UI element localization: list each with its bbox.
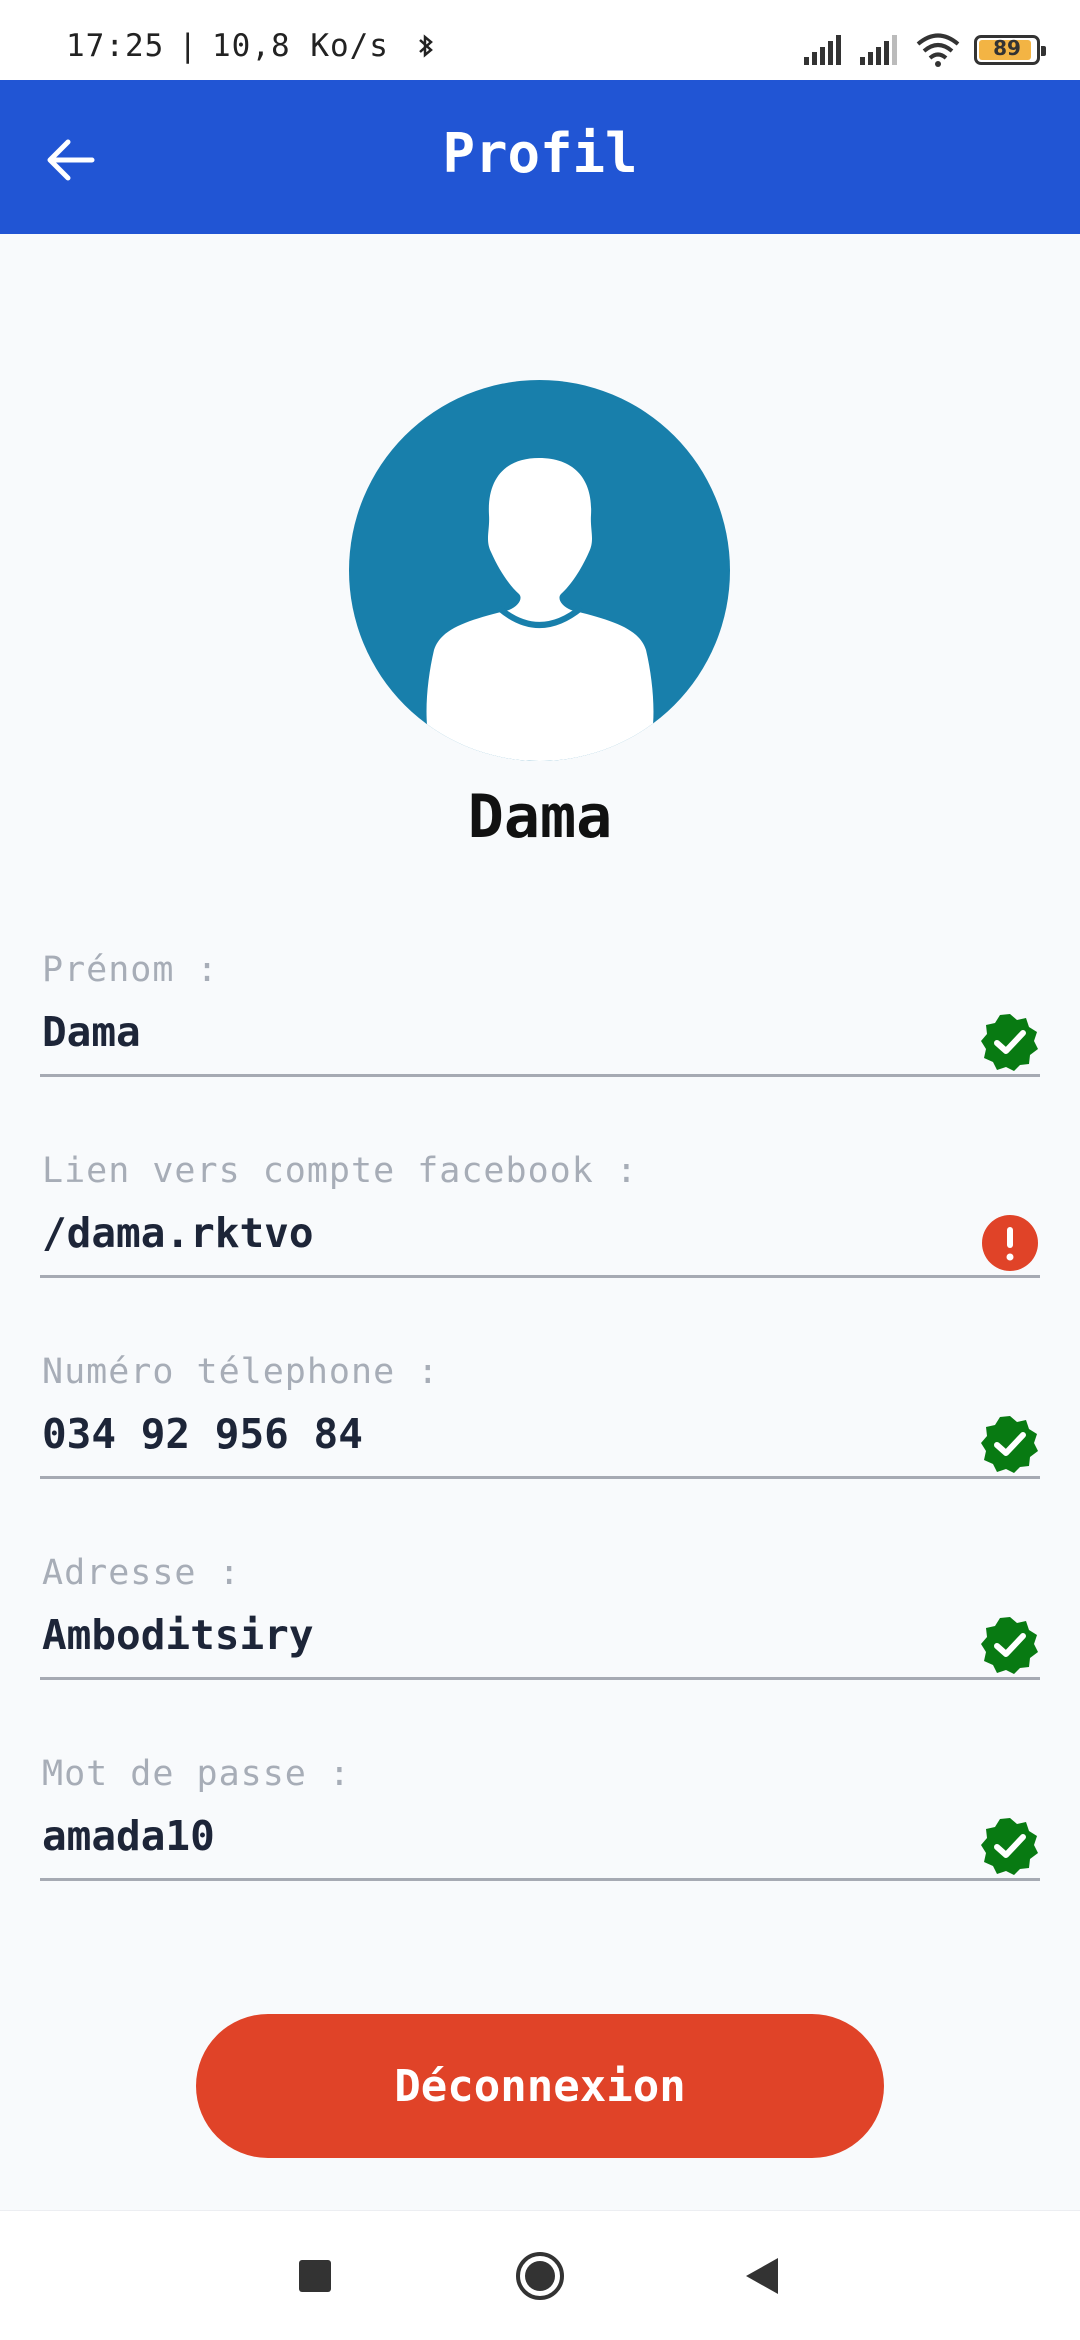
field-label: Mot de passe :	[42, 1754, 352, 1794]
battery-icon: 89	[974, 35, 1046, 65]
status-bar-right: 89	[804, 28, 1046, 72]
field-label: Adresse :	[42, 1553, 241, 1593]
field-underline	[40, 1275, 1040, 1278]
logout-button[interactable]: Déconnexion	[196, 2014, 884, 2158]
bluetooth-icon	[418, 34, 433, 58]
network-speed: 10,8 Ko/s	[212, 28, 389, 64]
home-button[interactable]	[490, 2211, 590, 2340]
address-input[interactable]	[42, 1611, 942, 1659]
avatar	[349, 380, 730, 761]
status-time: 17:25	[66, 28, 165, 64]
verified-badge-icon	[981, 1818, 1038, 1875]
status-bar: 17:25 | 10,8 Ko/s 89	[0, 0, 1080, 80]
verified-badge-icon	[981, 1416, 1038, 1473]
field-telephone: Numéro télephone :	[40, 1352, 1040, 1492]
prenom-input[interactable]	[42, 1008, 942, 1056]
facebook-link-input[interactable]	[42, 1209, 942, 1257]
app-bar: Profil	[0, 80, 1080, 234]
field-label: Prénom :	[42, 950, 219, 990]
system-nav-bar	[0, 2210, 1080, 2340]
error-alert-icon	[982, 1215, 1038, 1271]
verified-badge-icon	[981, 1617, 1038, 1674]
field-underline	[40, 1878, 1040, 1881]
page-title: Profil	[442, 122, 638, 185]
field-underline	[40, 1677, 1040, 1680]
nav-back-button[interactable]	[712, 2211, 812, 2340]
password-input[interactable]	[42, 1812, 942, 1860]
recent-apps-button[interactable]	[265, 2211, 365, 2340]
recent-apps-icon	[299, 2260, 331, 2292]
user-silhouette-icon	[426, 458, 654, 761]
back-icon	[746, 2258, 778, 2294]
wifi-icon	[916, 33, 960, 67]
status-separator: |	[178, 28, 198, 64]
field-facebook: Lien vers compte facebook :	[40, 1151, 1040, 1291]
field-password: Mot de passe :	[40, 1754, 1040, 1894]
field-underline	[40, 1476, 1040, 1479]
profile-name: Dama	[467, 782, 613, 852]
battery-level: 89	[993, 36, 1021, 60]
field-label: Lien vers compte facebook :	[42, 1151, 638, 1191]
signal-icon	[860, 35, 897, 65]
verified-badge-icon	[981, 1014, 1038, 1071]
field-prenom: Prénom :	[40, 950, 1040, 1090]
status-bar-left: 17:25 | 10,8 Ko/s	[66, 28, 435, 64]
field-underline	[40, 1074, 1040, 1077]
home-icon	[516, 2252, 564, 2300]
signal-icon	[804, 35, 841, 65]
field-adresse: Adresse :	[40, 1553, 1040, 1693]
phone-input[interactable]	[42, 1410, 942, 1458]
field-label: Numéro télephone :	[42, 1352, 440, 1392]
